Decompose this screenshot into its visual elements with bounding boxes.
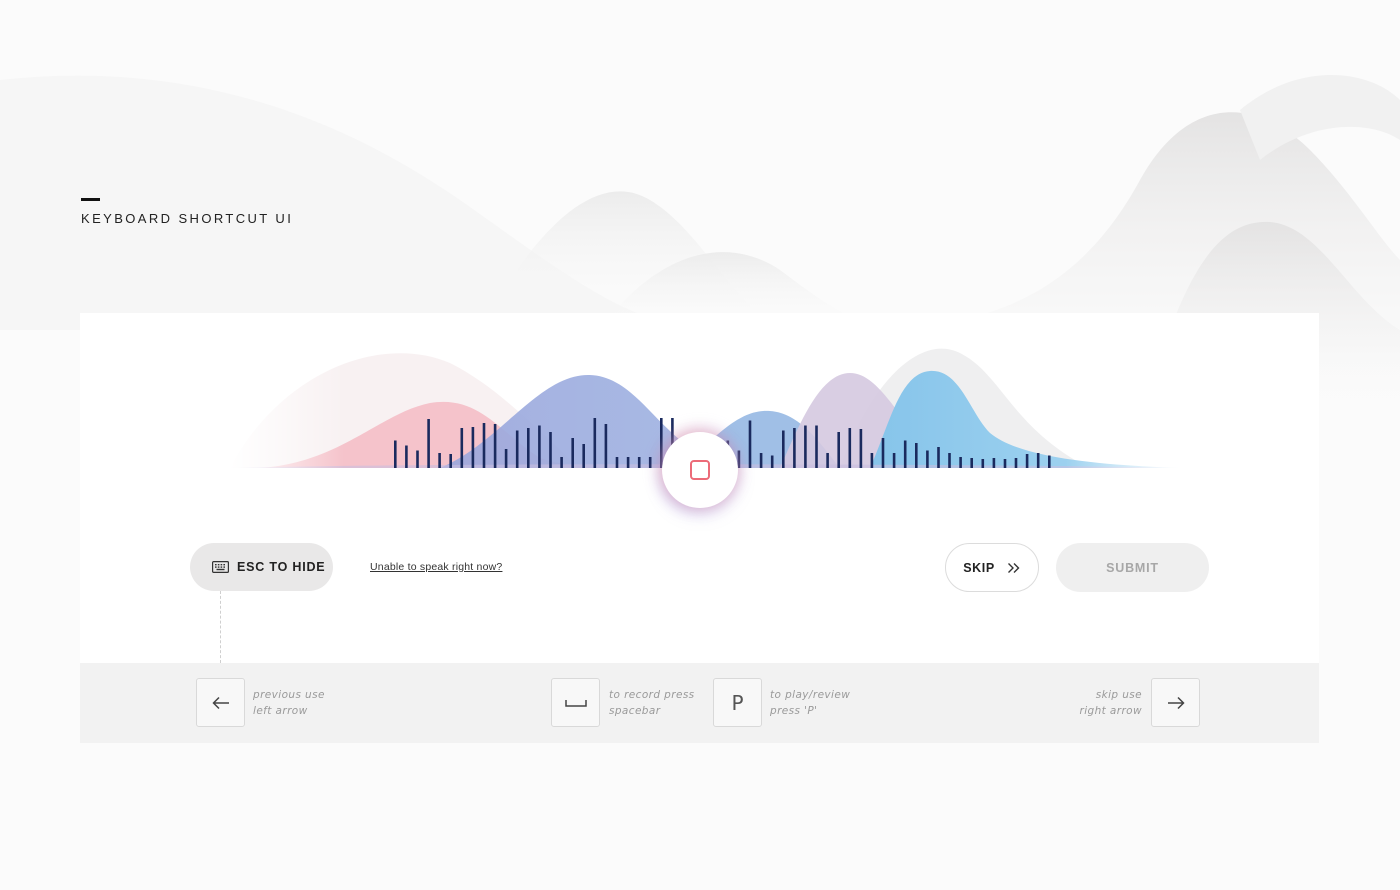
section-header: KEYBOARD SHORTCUT UI bbox=[81, 198, 293, 226]
submit-button[interactable]: SUBMIT bbox=[1056, 543, 1209, 592]
record-hint: to record press spacebar bbox=[609, 687, 695, 719]
record-hint-line2: spacebar bbox=[609, 705, 661, 717]
arrow-left-icon bbox=[211, 696, 229, 709]
voice-recorder-card: ESC TO HIDE Unable to speak right now? S… bbox=[80, 313, 1319, 663]
previous-hint-line1: previous use bbox=[253, 689, 325, 701]
play-hint-line1: to play/review bbox=[770, 689, 851, 701]
record-hint-line1: to record press bbox=[609, 689, 695, 701]
record-stop-button[interactable] bbox=[662, 432, 738, 508]
keyboard-shortcut-bar: previous use left arrow to record press … bbox=[80, 663, 1319, 743]
connector-dashed-line bbox=[220, 591, 221, 663]
play-hint-line2: press 'P' bbox=[770, 705, 818, 717]
skip-hint: skip use right arrow bbox=[1070, 687, 1142, 719]
esc-label: ESC TO HIDE bbox=[237, 560, 326, 574]
keyboard-icon bbox=[212, 561, 229, 573]
p-key[interactable]: P bbox=[713, 678, 762, 727]
skip-hint-line1: skip use bbox=[1095, 689, 1142, 701]
arrow-right-icon bbox=[1167, 696, 1185, 709]
p-key-letter: P bbox=[731, 690, 744, 715]
previous-hint: previous use left arrow bbox=[253, 687, 325, 719]
skip-button[interactable]: SKIP bbox=[945, 543, 1039, 592]
skip-label: SKIP bbox=[963, 560, 995, 575]
spacebar-icon bbox=[564, 699, 587, 707]
skip-hint-line2: right arrow bbox=[1079, 705, 1142, 717]
esc-to-hide-button[interactable]: ESC TO HIDE bbox=[190, 543, 333, 591]
double-chevron-right-icon bbox=[1007, 562, 1020, 573]
stop-square-icon bbox=[690, 460, 710, 480]
play-hint: to play/review press 'P' bbox=[770, 687, 850, 719]
previous-hint-line2: left arrow bbox=[253, 705, 308, 717]
title-dash bbox=[81, 198, 100, 201]
unable-to-speak-link[interactable]: Unable to speak right now? bbox=[370, 561, 502, 573]
spacebar-key[interactable] bbox=[551, 678, 600, 727]
left-arrow-key[interactable] bbox=[196, 678, 245, 727]
right-arrow-key[interactable] bbox=[1151, 678, 1200, 727]
page-title: KEYBOARD SHORTCUT UI bbox=[81, 211, 294, 226]
submit-label: SUBMIT bbox=[1106, 560, 1159, 575]
